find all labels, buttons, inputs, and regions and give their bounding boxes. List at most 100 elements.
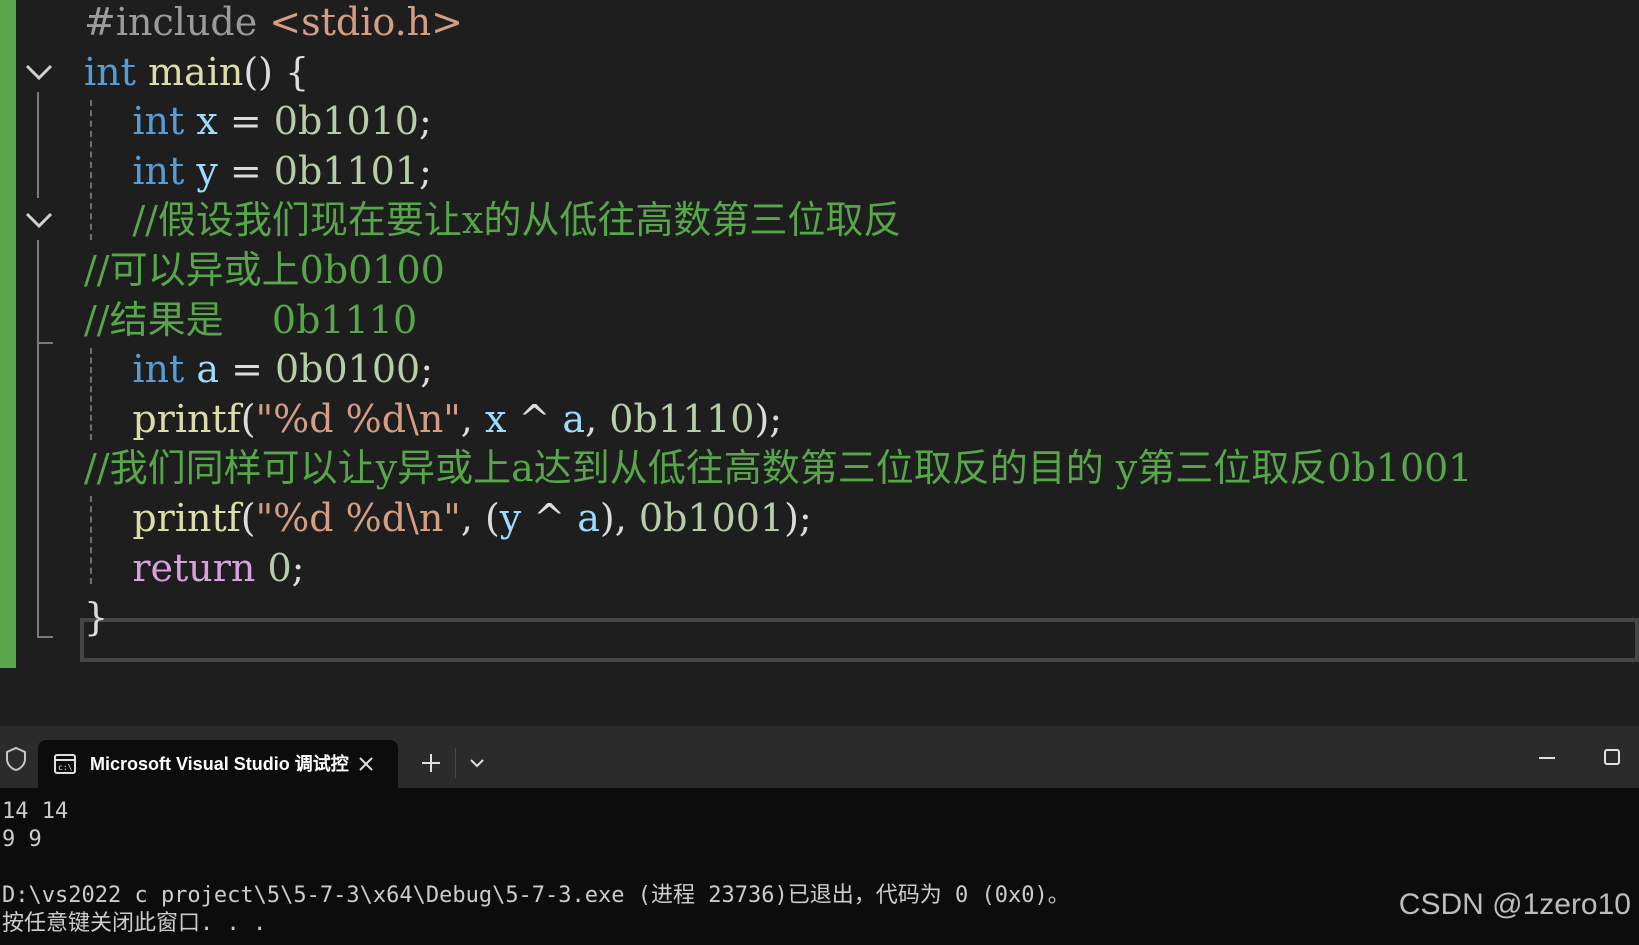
code-line[interactable]: int main() { bbox=[84, 46, 309, 98]
minimize-icon[interactable] bbox=[1536, 750, 1558, 764]
code-token: #include bbox=[84, 0, 270, 44]
current-line-highlight bbox=[80, 618, 1639, 662]
code-line[interactable]: //我们同样可以让y异或上a达到从低往高数第三位取反的目的 y第三位取反0b10… bbox=[84, 442, 1473, 494]
code-token: //假设我们现在要让x的从低往高数第三位取反 bbox=[132, 198, 902, 243]
code-token: int bbox=[132, 148, 185, 193]
collapse-chevron-icon[interactable] bbox=[22, 56, 56, 90]
fold-line bbox=[37, 92, 39, 198]
code-token: 0b1010 bbox=[273, 99, 419, 144]
code-token: printf bbox=[132, 496, 241, 540]
code-token: <stdio.h> bbox=[269, 0, 463, 44]
console-titlebar: c:\ Microsoft Visual Studio 调试控 bbox=[0, 726, 1639, 788]
fold-line-end bbox=[37, 636, 53, 638]
code-token: 0b1001 bbox=[638, 496, 785, 540]
code-token: y bbox=[499, 496, 522, 540]
terminal-icon: c:\ bbox=[54, 754, 76, 774]
code-token: ^ bbox=[521, 496, 578, 540]
code-token: = bbox=[218, 347, 275, 392]
code-token: ^ bbox=[506, 396, 563, 441]
code-token: , ( bbox=[460, 496, 500, 540]
console-output-line: 9 9 bbox=[2, 827, 42, 852]
plus-icon[interactable] bbox=[418, 750, 444, 776]
code-line[interactable]: //结果是 0b1110 bbox=[84, 294, 417, 346]
fold-line bbox=[37, 240, 39, 344]
code-token: ; bbox=[291, 545, 305, 590]
code-token: int bbox=[84, 49, 136, 94]
divider bbox=[455, 748, 456, 778]
console-output-line: 按任意键关闭此窗口. . . bbox=[2, 911, 267, 936]
code-line[interactable]: printf("%d %d\n", (y ^ a), 0b1001); bbox=[84, 492, 812, 544]
code-token: 0b1110 bbox=[609, 396, 755, 441]
shield-icon bbox=[4, 746, 28, 772]
code-token: a bbox=[562, 396, 586, 441]
code-token: } bbox=[84, 595, 109, 640]
code-token: main bbox=[148, 49, 244, 94]
code-line[interactable]: int x = 0b1010; bbox=[84, 95, 432, 147]
code-token: ); bbox=[784, 496, 812, 540]
code-token: //我们同样可以让y异或上a达到从低往高数第三位取反的目的 y第三位取反0b10… bbox=[84, 446, 1473, 491]
code-token: ; bbox=[420, 347, 434, 392]
collapse-chevron-icon[interactable] bbox=[22, 204, 56, 238]
console-output-line: D:\vs2022 c project\5\5-7-3\x64\Debug\5-… bbox=[2, 883, 1070, 908]
console-output-line: 14 14 bbox=[2, 799, 69, 824]
code-token: ; bbox=[418, 99, 432, 144]
console-window[interactable]: c:\ Microsoft Visual Studio 调试控 14 14 9 … bbox=[0, 726, 1639, 945]
watermark: CSDN @1zero10 bbox=[1398, 888, 1631, 921]
code-token: () { bbox=[243, 49, 310, 94]
code-token: int bbox=[132, 347, 185, 392]
code-token: , bbox=[460, 396, 485, 441]
svg-text:c:\: c:\ bbox=[58, 763, 73, 772]
close-icon[interactable] bbox=[354, 752, 378, 776]
code-token: = bbox=[217, 99, 274, 144]
code-line[interactable]: int a = 0b0100; bbox=[84, 343, 433, 395]
code-token: "%d %d\n" bbox=[255, 396, 461, 441]
code-token: a bbox=[577, 496, 600, 540]
code-token: 0 bbox=[267, 545, 292, 590]
chevron-down-icon[interactable] bbox=[466, 754, 488, 772]
code-token: a bbox=[196, 347, 219, 392]
fold-line-end bbox=[37, 342, 53, 344]
code-line[interactable]: return 0; bbox=[84, 542, 304, 594]
code-token: ), bbox=[599, 496, 639, 540]
code-token: , bbox=[585, 396, 610, 441]
tab-title: Microsoft Visual Studio 调试控 bbox=[90, 754, 349, 774]
code-token: = bbox=[217, 148, 274, 193]
code-token: ; bbox=[419, 148, 432, 193]
code-token: return bbox=[132, 545, 256, 590]
maximize-icon[interactable] bbox=[1603, 748, 1621, 766]
code-token: y bbox=[196, 148, 218, 193]
code-line[interactable]: //假设我们现在要让x的从低往高数第三位取反 bbox=[84, 194, 901, 246]
code-token: x bbox=[196, 99, 218, 144]
code-token: int bbox=[132, 99, 185, 144]
code-line[interactable]: printf("%d %d\n", x ^ a, 0b1110); bbox=[84, 393, 782, 445]
code-token: ( bbox=[240, 396, 256, 441]
code-token: 0b0100 bbox=[274, 347, 421, 392]
code-token: printf bbox=[132, 396, 241, 441]
code-token: //结果是 0b1110 bbox=[84, 297, 418, 342]
code-token: ( bbox=[240, 496, 256, 540]
code-line[interactable]: #include <stdio.h> bbox=[84, 0, 463, 48]
console-tab[interactable]: c:\ Microsoft Visual Studio 调试控 bbox=[38, 740, 398, 788]
fold-line bbox=[37, 344, 39, 638]
code-token: ); bbox=[754, 396, 783, 441]
code-line[interactable]: int y = 0b1101; bbox=[84, 145, 432, 197]
code-token: //可以异或上0b0100 bbox=[84, 248, 445, 292]
code-token: 0b1101 bbox=[273, 148, 420, 193]
code-line[interactable]: //可以异或上0b0100 bbox=[84, 244, 445, 296]
code-token: x bbox=[484, 396, 507, 441]
code-token: "%d %d\n" bbox=[255, 496, 461, 540]
code-line[interactable]: } bbox=[84, 591, 108, 643]
code-editor[interactable]: #include <stdio.h> int main() { int x = 0… bbox=[0, 0, 1639, 726]
